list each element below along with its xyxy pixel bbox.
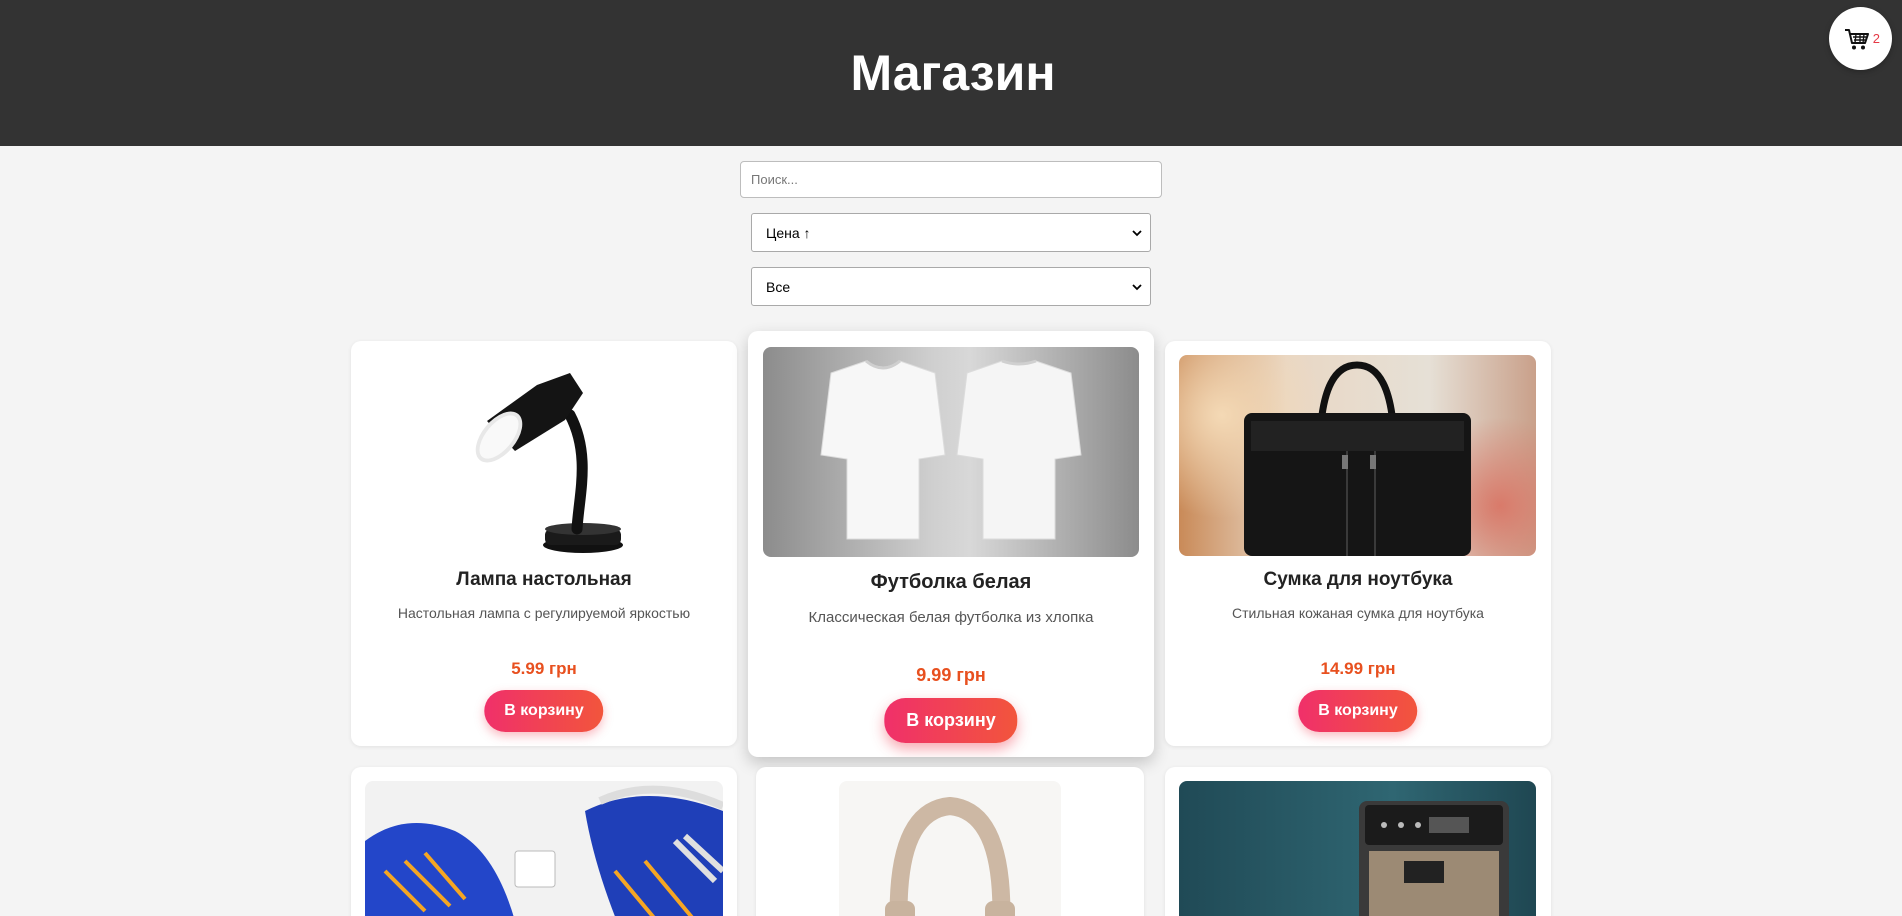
product-image-desk-lamp	[365, 355, 723, 555]
product-title: Футболка белая	[870, 571, 1032, 593]
product-title: Сумка для ноутбука	[1263, 569, 1453, 590]
product-image-blue-sneakers	[365, 781, 723, 916]
page-title: Магазин	[850, 45, 1056, 101]
product-card: Сумка для ноутбука Стильная кожаная сумк…	[1165, 341, 1551, 746]
chevron-down-icon	[1132, 283, 1142, 290]
product-description: Классическая белая футболка из хлопка	[808, 609, 1094, 626]
product-card: Лампа настольная Настольная лампа с регу…	[351, 341, 737, 746]
sort-select-value: Цена ↑	[766, 224, 811, 241]
category-select[interactable]: Все	[751, 267, 1151, 306]
cart-count-badge: 2	[1872, 31, 1880, 46]
cart-icon	[1844, 28, 1869, 49]
product-description: Стильная кожаная сумка для ноутбука	[1232, 605, 1484, 621]
product-card	[1165, 767, 1551, 916]
add-to-cart-button[interactable]: В корзину	[484, 690, 604, 732]
chevron-down-icon	[1132, 229, 1142, 236]
product-description: Настольная лампа с регулируемой яркостью	[397, 605, 691, 621]
product-card	[351, 767, 737, 916]
product-card: Футболка белая Классическая белая футбол…	[748, 331, 1154, 757]
product-title: Лампа настольная	[456, 569, 632, 590]
site-header: Магазин	[0, 0, 1902, 146]
product-image-leather-laptop-bag	[1179, 355, 1536, 556]
product-price: 5.99 грн	[511, 659, 577, 678]
add-to-cart-button[interactable]: В корзину	[884, 698, 1018, 743]
filters-panel: Цена ↑ Все	[0, 146, 1902, 326]
category-select-value: Все	[766, 278, 791, 295]
product-price: 9.99 грн	[916, 665, 986, 685]
search-input[interactable]	[740, 161, 1162, 198]
product-image-white-t-shirts	[763, 347, 1139, 557]
product-image-coffee-machine	[1179, 781, 1536, 916]
product-card	[756, 767, 1144, 916]
product-price: 14.99 грн	[1320, 659, 1396, 678]
cart-button[interactable]: 2	[1829, 7, 1892, 70]
sort-select[interactable]: Цена ↑	[751, 213, 1151, 252]
add-to-cart-button[interactable]: В корзину	[1298, 690, 1418, 732]
product-image-beige-headphones	[839, 781, 1061, 916]
